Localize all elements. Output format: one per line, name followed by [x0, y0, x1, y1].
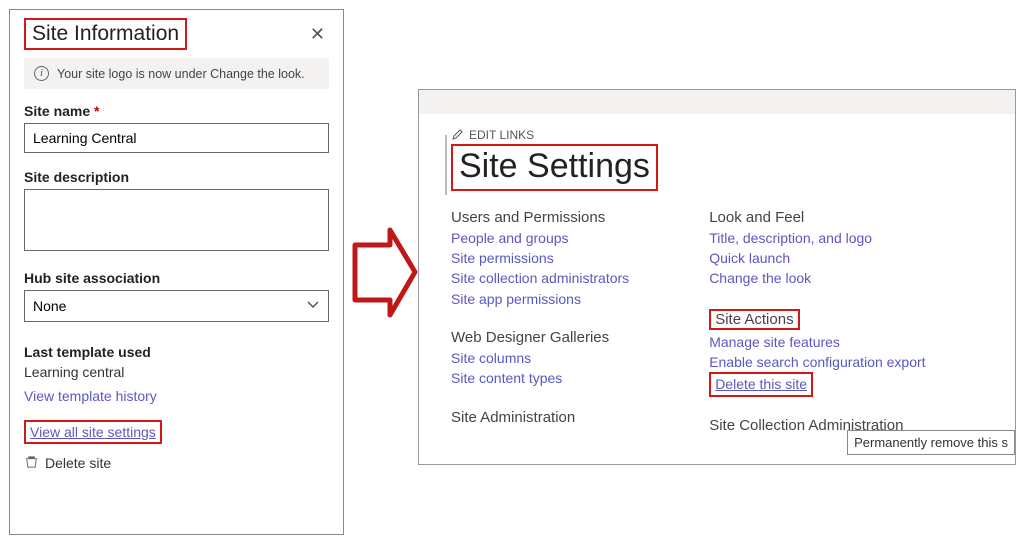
quick-launch-link[interactable]: Quick launch: [709, 248, 925, 268]
enable-search-config-link[interactable]: Enable search configuration export: [709, 352, 925, 372]
delete-this-site-link[interactable]: Delete this site: [709, 372, 813, 396]
hub-association-dropdown[interactable]: None: [24, 290, 329, 322]
hub-association-label: Hub site association: [24, 270, 329, 286]
edit-links-button[interactable]: EDIT LINKS: [451, 128, 1015, 142]
site-name-label: Site name *: [24, 103, 329, 119]
manage-site-features-link[interactable]: Manage site features: [709, 332, 925, 352]
panel-header: Site Information ✕: [24, 18, 329, 50]
delete-tooltip: Permanently remove this s: [847, 430, 1015, 455]
site-permissions-link[interactable]: Site permissions: [451, 248, 629, 268]
site-settings-page: EDIT LINKS Site Settings Users and Permi…: [418, 89, 1016, 465]
site-app-permissions-link[interactable]: Site app permissions: [451, 289, 629, 309]
delete-site-button[interactable]: Delete site: [24, 454, 329, 472]
look-and-feel-block: Look and Feel Title, description, and lo…: [709, 209, 925, 289]
site-administration-block: Site Administration: [451, 409, 629, 426]
web-designer-heading: Web Designer Galleries: [451, 329, 629, 346]
people-and-groups-link[interactable]: People and groups: [451, 228, 629, 248]
site-name-input[interactable]: [24, 123, 329, 153]
look-and-feel-heading: Look and Feel: [709, 209, 925, 226]
site-information-panel: Site Information ✕ i Your site logo is n…: [9, 9, 344, 535]
hub-association-select[interactable]: None: [24, 290, 329, 322]
site-actions-block: Site Actions Manage site features Enable…: [709, 309, 925, 397]
site-collection-admins-link[interactable]: Site collection administrators: [451, 268, 629, 288]
delete-site-label: Delete site: [45, 455, 111, 471]
top-bar: [419, 90, 1015, 114]
site-description-input[interactable]: [24, 189, 329, 251]
trash-icon: [24, 454, 39, 472]
info-bar: i Your site logo is now under Change the…: [24, 58, 329, 89]
panel-title: Site Information: [24, 18, 187, 50]
site-actions-heading: Site Actions: [709, 309, 799, 330]
site-columns-link[interactable]: Site columns: [451, 348, 629, 368]
site-settings-title: Site Settings: [451, 144, 658, 191]
web-designer-block: Web Designer Galleries Site columns Site…: [451, 329, 629, 389]
info-icon: i: [34, 66, 49, 81]
title-description-logo-link[interactable]: Title, description, and logo: [709, 228, 925, 248]
arrow-icon: [350, 225, 420, 320]
users-permissions-block: Users and Permissions People and groups …: [451, 209, 629, 309]
close-button[interactable]: ✕: [306, 20, 329, 49]
change-the-look-link[interactable]: Change the look: [709, 268, 925, 288]
settings-column-right: Look and Feel Title, description, and lo…: [709, 209, 925, 454]
site-content-types-link[interactable]: Site content types: [451, 368, 629, 388]
site-description-label: Site description: [24, 169, 329, 185]
settings-column-left: Users and Permissions People and groups …: [451, 209, 629, 454]
site-settings-body: EDIT LINKS Site Settings Users and Permi…: [419, 114, 1015, 454]
last-template-label: Last template used: [24, 344, 329, 360]
settings-columns: Users and Permissions People and groups …: [451, 209, 1015, 454]
users-permissions-heading: Users and Permissions: [451, 209, 629, 226]
last-template-value: Learning central: [24, 364, 329, 380]
info-message: Your site logo is now under Change the l…: [57, 67, 305, 81]
pencil-icon: [451, 129, 463, 141]
view-all-site-settings-link[interactable]: View all site settings: [24, 420, 162, 444]
title-divider: [445, 135, 447, 195]
view-template-history-link[interactable]: View template history: [24, 388, 157, 404]
site-administration-heading: Site Administration: [451, 409, 629, 426]
